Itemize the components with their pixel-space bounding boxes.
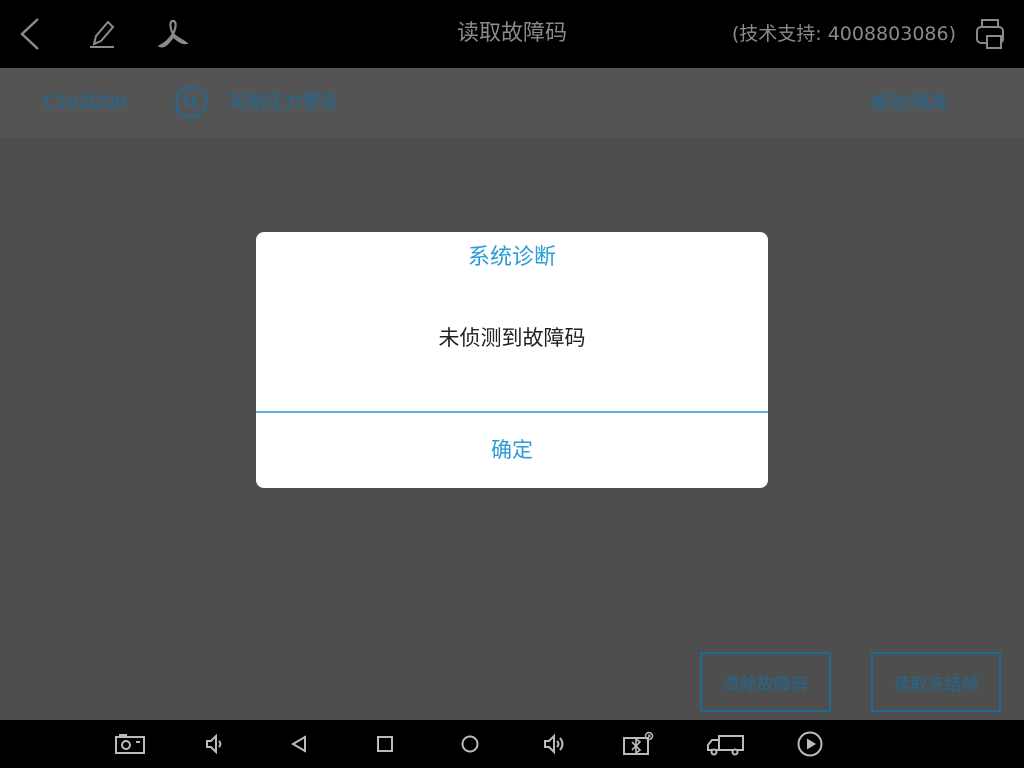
pdf-icon[interactable]: [153, 14, 193, 54]
print-icon[interactable]: [970, 14, 1010, 54]
volume-down-icon[interactable]: [199, 728, 231, 760]
system-nav-bar: [0, 720, 1024, 768]
dtc-code: C102D00: [43, 92, 127, 113]
diagnosis-dialog: 系统诊断 未侦测到故障码 确定: [256, 232, 768, 488]
bluetooth-vci-icon[interactable]: [622, 728, 654, 760]
dtc-status: 被动/偶发: [869, 92, 948, 113]
home-icon[interactable]: [454, 728, 486, 760]
volume-up-icon[interactable]: [539, 728, 571, 760]
clear-codes-button[interactable]: 清除故障码: [700, 652, 831, 712]
play-icon[interactable]: [794, 728, 826, 760]
dialog-title: 系统诊断: [467, 245, 556, 270]
edit-icon[interactable]: [82, 14, 122, 54]
back-icon[interactable]: [10, 14, 50, 54]
ok-button[interactable]: 确定: [256, 413, 768, 488]
truck-icon[interactable]: [705, 728, 745, 760]
dtc-description: 轮胎压力警告: [230, 92, 338, 113]
search-icon[interactable]: [175, 86, 207, 118]
recents-icon[interactable]: [369, 728, 401, 760]
top-bar: 读取故障码 (技术支持: 4008803086): [0, 0, 1024, 68]
dialog-message: 未侦测到故障码: [438, 326, 586, 350]
dtc-row[interactable]: C102D00 轮胎压力警告 被动/偶发: [0, 68, 1024, 138]
screenshot-icon[interactable]: [114, 728, 146, 760]
tech-support-text: (技术支持: 4008803086): [731, 23, 956, 45]
back-nav-icon[interactable]: [284, 728, 316, 760]
read-freeze-frame-button[interactable]: 读取冻结帧: [871, 652, 1001, 712]
